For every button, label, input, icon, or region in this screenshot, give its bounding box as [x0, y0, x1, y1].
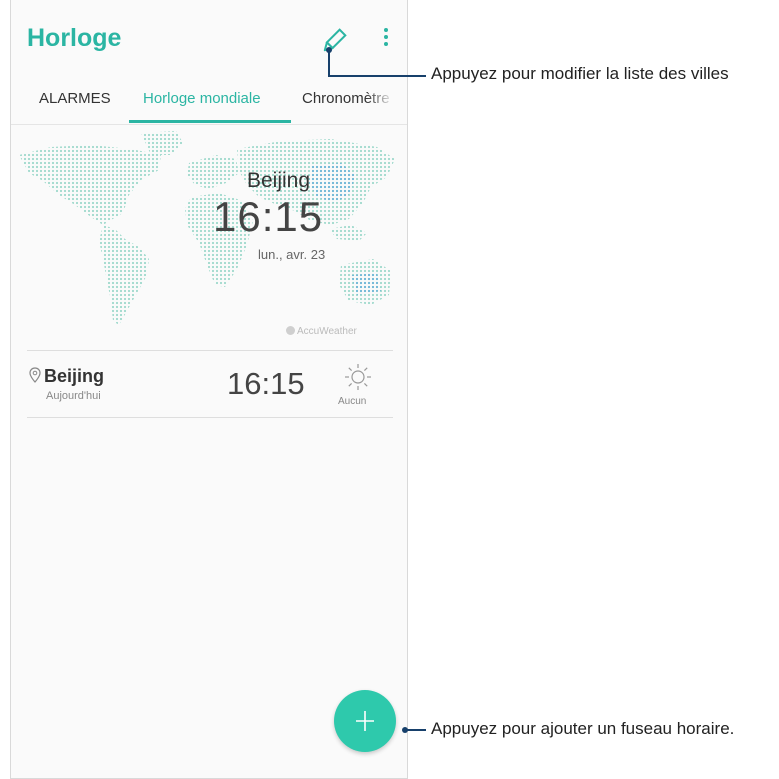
clock-app-screen: Horloge ALARMES Horloge mondiale Chronom… — [10, 0, 408, 779]
divider — [27, 417, 393, 418]
sun-icon — [345, 364, 371, 390]
callout-add-text: Appuyez pour ajouter un fuseau horaire. — [431, 719, 735, 738]
map-city-name: Beijing — [247, 169, 311, 192]
callout-dot-edit — [326, 47, 332, 53]
edit-cities-button[interactable] — [319, 26, 349, 56]
add-timezone-button[interactable] — [334, 690, 396, 752]
divider — [27, 350, 393, 351]
city-name: Beijing — [44, 366, 105, 386]
map-date: lun., avr. 23 — [258, 247, 326, 262]
map-time: 16:15 — [213, 193, 324, 240]
weather-label: Aucun — [338, 396, 367, 407]
city-day: Aujourd'hui — [46, 390, 101, 402]
plus-icon — [356, 711, 374, 731]
pencil-icon — [323, 28, 347, 52]
app-bar: Horloge — [11, 0, 407, 80]
world-map-panel: Beijing 16:15 lun., avr. 23 AccuWeather — [11, 125, 407, 350]
callout-edit-text: Appuyez pour modifier la liste des ville… — [431, 64, 729, 83]
more-dot-icon — [384, 42, 388, 46]
accuweather-icon — [286, 326, 295, 335]
tab-bar: ALARMES Horloge mondiale Chronomètre — [11, 80, 407, 125]
callout-line-add — [406, 729, 426, 731]
location-pin-icon — [29, 367, 41, 383]
tab-world-clock[interactable]: Horloge mondiale — [143, 90, 261, 107]
app-title: Horloge — [27, 24, 122, 52]
more-dot-icon — [384, 28, 388, 32]
city-list-item[interactable]: Beijing Aujourd'hui 16:15 Aucun — [11, 352, 407, 417]
tab-alarms[interactable]: ALARMES — [39, 90, 111, 107]
world-map-image — [19, 131, 395, 325]
callout-line-edit — [328, 75, 426, 77]
accuweather-label: AccuWeather — [297, 326, 357, 337]
accuweather-logo: AccuWeather — [286, 326, 357, 337]
callout-line-edit — [328, 50, 330, 76]
city-time: 16:15 — [227, 366, 305, 401]
more-dot-icon — [384, 35, 388, 39]
active-tab-indicator — [129, 120, 291, 123]
more-options-button[interactable] — [379, 28, 393, 52]
tab-stopwatch[interactable]: Chronomètre — [302, 90, 394, 107]
